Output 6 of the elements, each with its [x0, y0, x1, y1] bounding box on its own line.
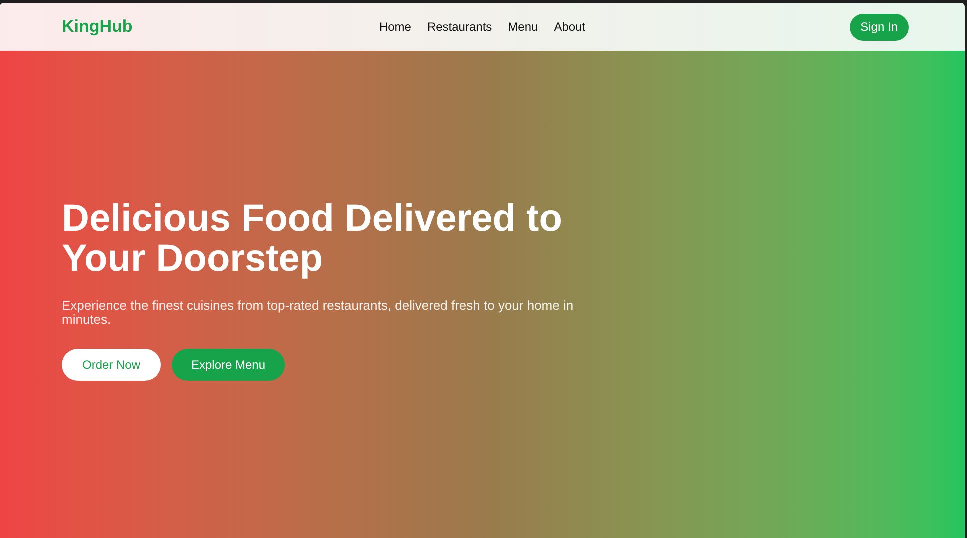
hero-subtitle: Experience the finest cuisines from top-rated restaurants, delivered fresh to your home in minutes.	[62, 298, 575, 326]
nav-link[interactable]: Home	[379, 18, 412, 36]
nav-link[interactable]: Menu	[508, 18, 538, 36]
nav-link[interactable]: About	[554, 18, 586, 36]
nav-link[interactable]: Restaurants	[427, 18, 492, 36]
hero-title: Delicious Food Delivered to Your Doorstep	[62, 198, 564, 278]
